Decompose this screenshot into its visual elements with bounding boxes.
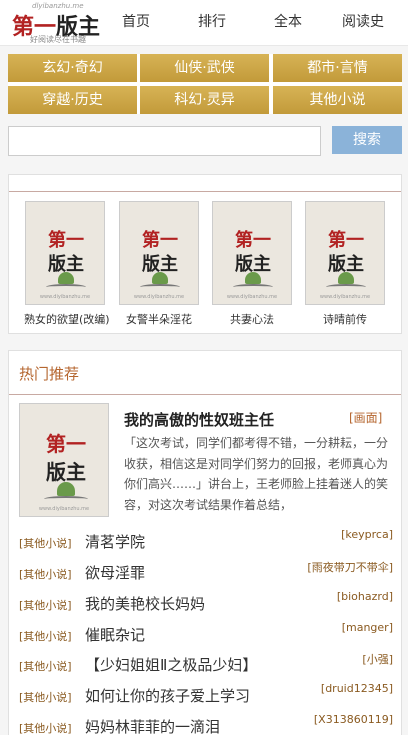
header: dlyibanzhu.me 第一版主 好阅读尽在书趣 首页 排行 全本 阅读史 bbox=[0, 0, 408, 46]
list-item[interactable]: [其他小说] 欲母淫罪 [雨夜带刀不带伞] bbox=[19, 559, 393, 584]
list-item-author[interactable]: [druid12345] bbox=[321, 682, 393, 695]
list-item-author[interactable]: [manger] bbox=[342, 621, 393, 634]
hot-book-tag[interactable]: [画面] bbox=[349, 409, 382, 426]
category-urban[interactable]: 都市·言情 bbox=[273, 54, 402, 82]
plant-icon bbox=[58, 272, 74, 284]
book-card[interactable]: 第一 版主 www.diyibanzhu.me 女警半朵淫花 bbox=[118, 201, 200, 327]
list-item-author[interactable]: [biohazrd] bbox=[337, 590, 393, 603]
plant-icon bbox=[338, 272, 354, 284]
hot-book-description: 「这次考试，同学们都考得不错，一分耕耘，一分收获，相信这是对同学们努力的回报，老… bbox=[124, 436, 389, 512]
open-book-icon bbox=[44, 496, 88, 502]
list-item-title[interactable]: 【少妇姐姐Ⅱ之极品少妇】 bbox=[85, 654, 257, 675]
list-item-author[interactable]: [X313860119] bbox=[314, 713, 393, 726]
book-title[interactable]: 共妻心法 bbox=[211, 311, 293, 327]
list-item-author[interactable]: [雨夜带刀不带伞] bbox=[307, 559, 393, 575]
book-cover[interactable]: 第一 版主 www.diyibanzhu.me bbox=[212, 201, 292, 305]
list-item-category[interactable]: [其他小说] bbox=[19, 566, 72, 582]
divider bbox=[9, 191, 401, 192]
nav-completed[interactable]: 全本 bbox=[274, 0, 302, 46]
book-title[interactable]: 女警半朵淫花 bbox=[118, 311, 200, 327]
open-book-icon bbox=[233, 284, 273, 290]
book-cover[interactable]: 第一 版主 www.diyibanzhu.me bbox=[305, 201, 385, 305]
list-item-category[interactable]: [其他小说] bbox=[19, 720, 72, 735]
section-title: 热门推荐 bbox=[19, 365, 80, 383]
list-item-category[interactable]: [其他小说] bbox=[19, 535, 72, 551]
book-card[interactable]: 第一 版主 www.diyibanzhu.me 共妻心法 bbox=[211, 201, 293, 327]
hot-book-title[interactable]: 我的高傲的性奴班主任 bbox=[124, 409, 274, 430]
list-item-title[interactable]: 清茗学院 bbox=[85, 531, 145, 552]
open-book-icon bbox=[46, 284, 86, 290]
plant-icon bbox=[245, 272, 261, 284]
open-book-icon bbox=[140, 284, 180, 290]
list-item-title[interactable]: 欲母淫罪 bbox=[85, 562, 145, 583]
hot-recommend-panel: 热门推荐 第一 版主 www.diyibanzhu.me 我的高傲的性奴班主任 … bbox=[8, 350, 402, 735]
list-item-author[interactable]: [keyprca] bbox=[341, 528, 393, 541]
featured-books-panel: 第一 版主 www.diyibanzhu.me 熟女的欲望(改编) 第一 版主 … bbox=[8, 174, 402, 334]
book-title[interactable]: 熟女的欲望(改编) bbox=[24, 311, 110, 327]
search-button[interactable]: 搜索 bbox=[332, 126, 402, 154]
category-history[interactable]: 穿越·历史 bbox=[8, 86, 137, 114]
list-item-category[interactable]: [其他小说] bbox=[19, 689, 72, 705]
list-item-title[interactable]: 妈妈林菲菲的一滴泪 bbox=[85, 716, 220, 735]
list-item[interactable]: [其他小说] 如何让你的孩子爱上学习 [druid12345] bbox=[19, 682, 393, 707]
nav-ranking[interactable]: 排行 bbox=[198, 0, 226, 46]
book-card[interactable]: 第一 版主 www.diyibanzhu.me 诗晴前传 bbox=[304, 201, 386, 327]
list-item-category[interactable]: [其他小说] bbox=[19, 658, 72, 674]
list-item-title[interactable]: 我的美艳校长妈妈 bbox=[85, 593, 205, 614]
list-item-title[interactable]: 如何让你的孩子爱上学习 bbox=[85, 685, 250, 706]
category-grid: 玄幻·奇幻 仙侠·武侠 都市·言情 穿越·历史 科幻·灵异 其他小说 bbox=[8, 54, 402, 114]
plant-icon bbox=[152, 272, 168, 284]
list-item-category[interactable]: [其他小说] bbox=[19, 628, 72, 644]
list-item[interactable]: [其他小说] 清茗学院 [keyprca] bbox=[19, 528, 393, 553]
list-item-title[interactable]: 催眠杂记 bbox=[85, 624, 145, 645]
list-item-category[interactable]: [其他小说] bbox=[19, 597, 72, 613]
hot-book-cover[interactable]: 第一 版主 www.diyibanzhu.me bbox=[19, 403, 109, 517]
list-item[interactable]: [其他小说] 我的美艳校长妈妈 [biohazrd] bbox=[19, 590, 393, 615]
book-card[interactable]: 第一 版主 www.diyibanzhu.me 熟女的欲望(改编) bbox=[24, 201, 110, 327]
nav-history[interactable]: 阅读史 bbox=[342, 0, 384, 46]
list-item[interactable]: [其他小说] 妈妈林菲菲的一滴泪 [X313860119] bbox=[19, 713, 393, 735]
book-cover[interactable]: 第一 版主 www.diyibanzhu.me bbox=[119, 201, 199, 305]
category-fantasy[interactable]: 玄幻·奇幻 bbox=[8, 54, 137, 82]
divider bbox=[9, 394, 401, 395]
plant-icon bbox=[57, 482, 75, 496]
category-other[interactable]: 其他小说 bbox=[273, 86, 402, 114]
nav-home[interactable]: 首页 bbox=[122, 0, 150, 46]
book-title[interactable]: 诗晴前传 bbox=[304, 311, 386, 327]
open-book-icon bbox=[326, 284, 366, 290]
category-scifi[interactable]: 科幻·灵异 bbox=[140, 86, 269, 114]
list-item-author[interactable]: [小强] bbox=[362, 651, 393, 667]
site-logo[interactable]: dlyibanzhu.me 第一版主 好阅读尽在书趣 bbox=[10, 2, 110, 44]
logo-slogan: 好阅读尽在书趣 bbox=[30, 35, 86, 44]
list-item[interactable]: [其他小说] 【少妇姐姐Ⅱ之极品少妇】 [小强] bbox=[19, 651, 393, 676]
list-item[interactable]: [其他小说] 催眠杂记 [manger] bbox=[19, 621, 393, 646]
search-input[interactable] bbox=[8, 126, 321, 156]
book-cover[interactable]: 第一 版主 www.diyibanzhu.me bbox=[25, 201, 105, 305]
category-wuxia[interactable]: 仙侠·武侠 bbox=[140, 54, 269, 82]
